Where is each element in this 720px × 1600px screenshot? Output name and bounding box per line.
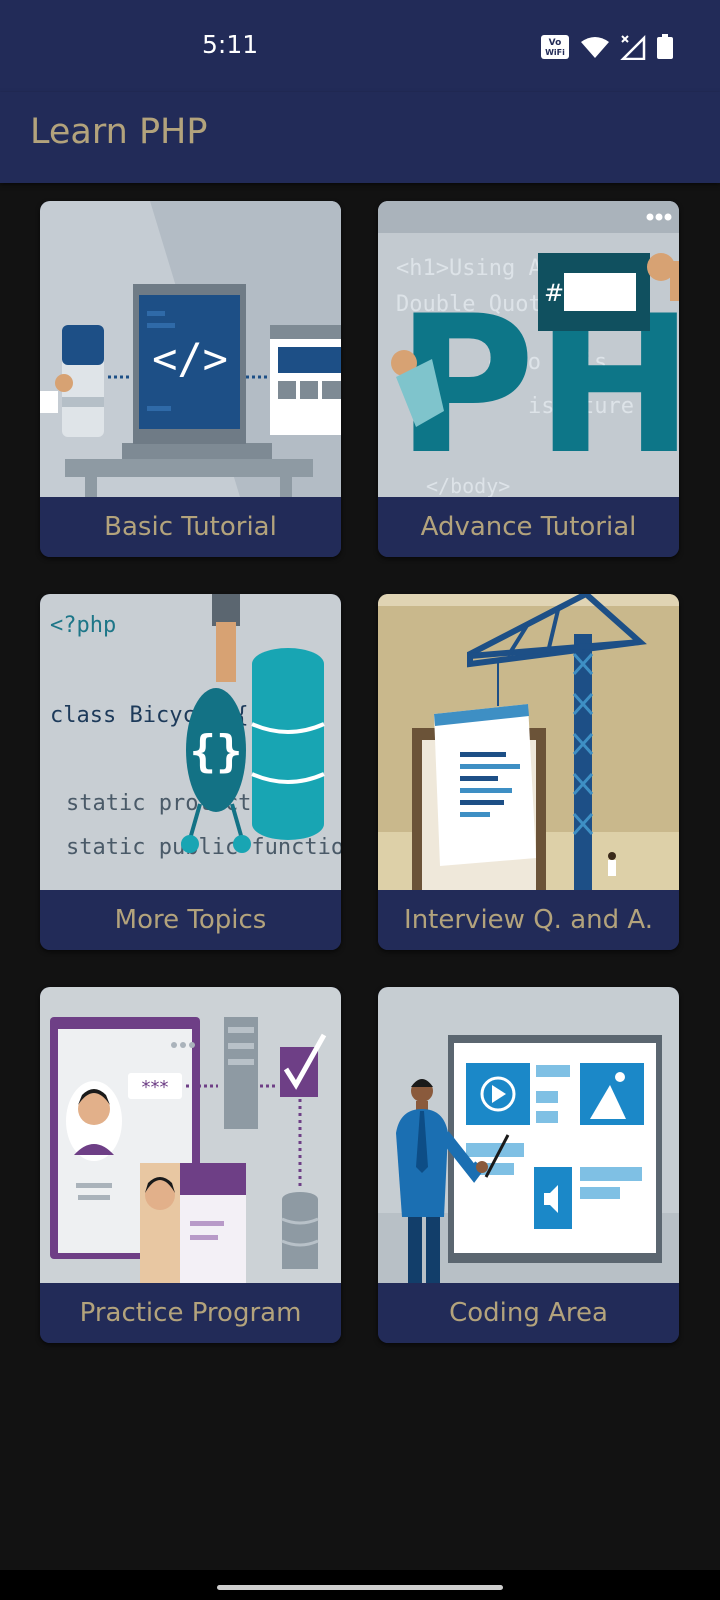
card-more-topics[interactable]: <?php class Bicycle { static protected s… [40, 594, 341, 950]
card-label: Coding Area [378, 1283, 679, 1343]
card-advance-tutorial[interactable]: <h1>Using Arr Double Quotes echo This is… [378, 201, 679, 557]
card-practice-program[interactable]: *** Practice Program [40, 987, 341, 1343]
svg-text:Vo: Vo [549, 38, 562, 48]
status-bar: 5:11 Vo WiFi [0, 0, 720, 92]
app-title: Learn PHP [30, 112, 208, 152]
status-icons: Vo WiFi [540, 34, 674, 60]
art-text: <?php [50, 613, 116, 638]
practice-program-illustration: *** [40, 987, 341, 1283]
more-topics-illustration: <?php class Bicycle { static protected s… [40, 594, 341, 890]
art-text: # [544, 279, 564, 307]
battery-icon [657, 34, 673, 59]
card-label: Advance Tutorial [378, 497, 679, 557]
card-interview-qa[interactable]: Interview Q. and A. [378, 594, 679, 950]
card-label: Basic Tutorial [40, 497, 341, 557]
signal-icon [620, 34, 646, 60]
app-bar: Learn PHP [0, 92, 720, 183]
vowifi-icon: Vo WiFi [541, 35, 569, 59]
svg-text:{}: {} [190, 726, 243, 777]
svg-text:</>: </> [152, 334, 228, 383]
card-label: Practice Program [40, 1283, 341, 1343]
card-label: More Topics [40, 890, 341, 950]
card-basic-tutorial[interactable]: </> Basic Tutorial [40, 201, 341, 557]
art-text: *** [142, 1077, 169, 1098]
art-text: static protected [66, 791, 278, 816]
wifi-icon [581, 37, 609, 58]
card-label: Interview Q. and A. [378, 890, 679, 950]
home-gesture-handle[interactable] [217, 1585, 503, 1590]
card-coding-area[interactable]: Coding Area [378, 987, 679, 1343]
interview-qa-illustration [378, 594, 679, 890]
status-time: 5:11 [202, 30, 259, 59]
basic-tutorial-illustration: </> [40, 201, 341, 497]
advance-tutorial-illustration: <h1>Using Arr Double Quotes echo This is… [378, 201, 679, 497]
coding-area-illustration [378, 987, 679, 1283]
svg-text:WiFi: WiFi [545, 48, 565, 57]
